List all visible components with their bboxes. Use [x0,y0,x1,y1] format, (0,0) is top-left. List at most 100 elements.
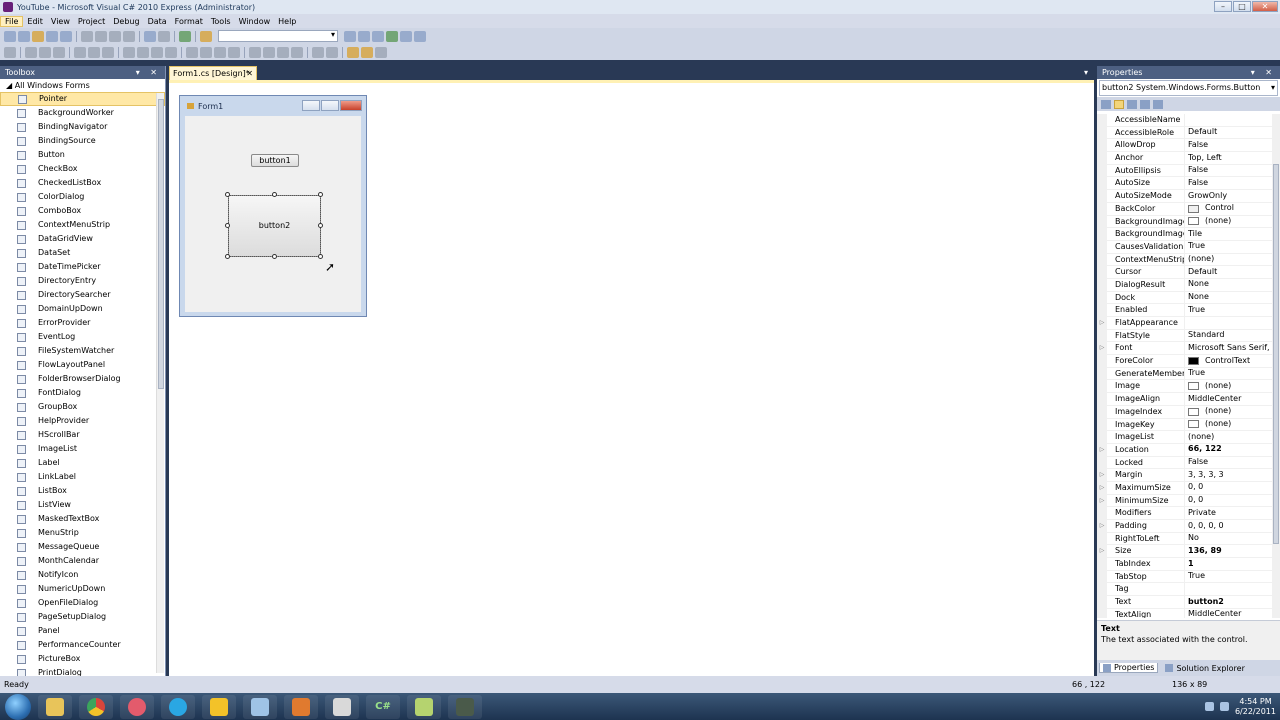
property-value[interactable]: 66, 122 [1184,443,1272,457]
add-item-icon[interactable] [18,30,30,42]
property-row-forecolor[interactable]: ForeColor ControlText [1097,355,1272,368]
property-value[interactable]: False [1184,456,1272,470]
menu-view[interactable]: View [47,17,74,26]
toolbox-item-domainupdown[interactable]: DomainUpDown [0,302,165,316]
property-value[interactable]: Default [1184,266,1272,279]
property-row-backcolor[interactable]: BackColor Control [1097,202,1272,216]
property-row-tabstop[interactable]: TabStop True [1097,570,1272,584]
toolbox-item-label[interactable]: Label [0,456,165,470]
open-file-icon[interactable] [32,30,44,42]
properties-scroll-thumb[interactable] [1273,164,1279,544]
property-row-padding[interactable]: ▷ Padding 0, 0, 0, 0 [1097,520,1272,533]
form1-maximize-button[interactable] [321,100,339,111]
toolbox-item-listview[interactable]: ListView [0,498,165,512]
toolbox-item-flowlayoutpanel[interactable]: FlowLayoutPanel [0,358,165,372]
property-row-dialogresult[interactable]: DialogResult None [1097,278,1272,292]
toolbox-item-dataset[interactable]: DataSet [0,246,165,260]
property-row-tag[interactable]: Tag [1097,583,1272,597]
taskbar-app-7[interactable] [284,694,318,719]
toolbox-icon[interactable] [400,30,412,42]
property-row-text[interactable]: Text button2 [1097,596,1272,609]
property-row-imagekey[interactable]: ImageKey (none) [1097,418,1272,432]
redo-icon[interactable] [158,30,170,42]
menu-project[interactable]: Project [74,17,109,26]
property-value[interactable]: 3, 3, 3, 3 [1184,469,1272,482]
property-row-imagealign[interactable]: ImageAlign MiddleCenter [1097,393,1272,406]
property-row-flatstyle[interactable]: FlatStyle Standard [1097,329,1272,343]
toolbox-item-eventlog[interactable]: EventLog [0,330,165,344]
menu-data[interactable]: Data [144,17,171,26]
toolbox-item-hscrollbar[interactable]: HScrollBar [0,428,165,442]
align-tops-icon[interactable] [74,46,86,58]
expand-icon[interactable]: ▷ [1097,317,1107,330]
property-row-cursor[interactable]: Cursor Default [1097,266,1272,279]
make-same-width-icon[interactable] [123,46,135,58]
tab-close-icon[interactable]: ✕ [246,67,253,80]
property-value[interactable]: button2 [1184,596,1272,609]
toolbox-item-colordialog[interactable]: ColorDialog [0,190,165,204]
property-value[interactable]: (none) [1184,253,1272,267]
property-value[interactable]: True [1184,304,1272,317]
paste-icon[interactable] [109,30,121,42]
menu-tools[interactable]: Tools [207,17,235,26]
start-button[interactable] [5,693,31,720]
property-row-accessiblerole[interactable]: AccessibleRole Default [1097,126,1272,140]
save-all-icon[interactable] [60,30,72,42]
delete-icon[interactable] [123,30,135,42]
resize-handle-bottom[interactable] [272,254,277,259]
expand-icon[interactable]: ▷ [1097,494,1107,508]
taskbar-app-11[interactable] [448,694,482,719]
toolbox-item-helpprovider[interactable]: HelpProvider [0,414,165,428]
form1-close-button[interactable] [340,100,362,111]
toolbox-group-all-windows-forms[interactable]: ◢ All Windows Forms [0,79,165,92]
property-value[interactable]: No [1184,532,1272,546]
property-value[interactable]: MiddleCenter [1184,608,1272,618]
align-lefts-icon[interactable] [25,46,37,58]
property-row-autosize[interactable]: AutoSize False [1097,177,1272,191]
property-value[interactable]: GrowOnly [1184,190,1272,203]
property-value[interactable]: Tile [1184,228,1272,241]
taskbar-app-8[interactable] [325,694,359,719]
property-row-textalign[interactable]: TextAlign MiddleCenter [1097,608,1272,618]
solution-explorer-icon[interactable] [358,30,370,42]
property-value[interactable]: 0, 0, 0, 0 [1184,520,1272,533]
property-value[interactable]: (none) [1184,418,1272,432]
menu-format[interactable]: Format [171,17,207,26]
expand-icon[interactable]: ▷ [1097,481,1107,495]
property-value[interactable]: 0, 0 [1184,494,1272,508]
properties-view-icon[interactable] [1127,99,1137,109]
taskbar-app-6[interactable] [243,694,277,719]
toolbox-item-listbox[interactable]: ListBox [0,484,165,498]
property-pages-icon[interactable] [1153,99,1163,109]
toolbox-scroll-thumb[interactable] [158,99,164,389]
increase-horizontal-spacing-icon[interactable] [200,46,212,58]
make-same-height-icon[interactable] [137,46,149,58]
property-value[interactable]: True [1184,570,1272,584]
toolbox-item-datetimepicker[interactable]: DateTimePicker [0,260,165,274]
remove-vertical-spacing-icon[interactable] [291,46,303,58]
align-rights-icon[interactable] [53,46,65,58]
remove-horizontal-spacing-icon[interactable] [228,46,240,58]
toolbox-item-groupbox[interactable]: GroupBox [0,400,165,414]
property-value[interactable]: True [1184,367,1272,381]
expand-icon[interactable]: ▷ [1097,469,1107,482]
object-selector[interactable]: button2 System.Windows.Forms.Button [1099,80,1278,96]
toolbox-item-contextmenustrip[interactable]: ContextMenuStrip [0,218,165,232]
increase-vertical-spacing-icon[interactable] [263,46,275,58]
expand-icon[interactable]: ▷ [1097,342,1107,356]
tab-solution-explorer[interactable]: Solution Explorer [1162,664,1247,673]
save-icon[interactable] [46,30,58,42]
property-value[interactable]: MiddleCenter [1184,393,1272,406]
menu-help[interactable]: Help [274,17,300,26]
find-in-files-icon[interactable] [344,30,356,42]
property-row-autosizemode[interactable]: AutoSizeMode GrowOnly [1097,190,1272,203]
resize-handle-top[interactable] [272,192,277,197]
decrease-vertical-spacing-icon[interactable] [277,46,289,58]
toolbox-item-pointer[interactable]: Pointer [0,92,165,106]
cut-icon[interactable] [81,30,93,42]
toolbox-item-menustrip[interactable]: MenuStrip [0,526,165,540]
property-row-autoellipsis[interactable]: AutoEllipsis False [1097,164,1272,178]
property-value[interactable]: 136, 89 [1184,545,1272,559]
start-page-icon[interactable] [414,30,426,42]
toolbox-item-fontdialog[interactable]: FontDialog [0,386,165,400]
